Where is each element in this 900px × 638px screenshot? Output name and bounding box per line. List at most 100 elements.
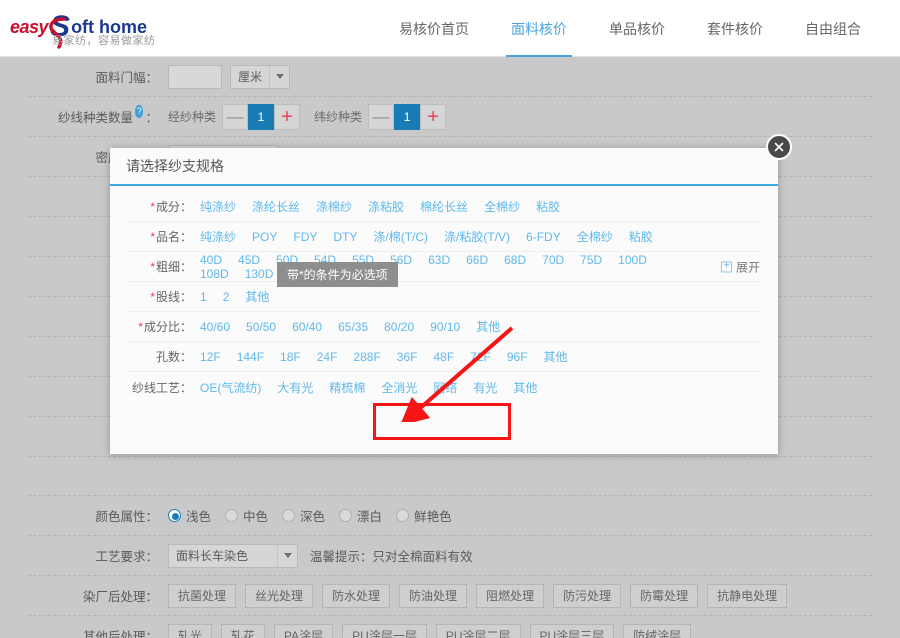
dye-post-button[interactable]: 抗菌处理 <box>168 583 237 608</box>
option-item[interactable]: 288F <box>353 350 380 364</box>
option-item[interactable]: 24F <box>317 350 338 364</box>
expand-thickness-button[interactable]: + 展开 <box>720 258 760 275</box>
option-item[interactable]: 144F <box>237 350 264 364</box>
other-post-button[interactable]: 防绒涂层 <box>623 623 692 638</box>
option-item[interactable]: 其他 <box>245 288 269 305</box>
label-other-post-process: 其他后处理： <box>82 630 158 638</box>
chevron-down-icon <box>269 65 289 88</box>
radio-color-medium[interactable]: 中色 <box>225 506 268 525</box>
radio-color-dark[interactable]: 深色 <box>282 506 325 525</box>
nav-item-free-combo[interactable]: 自由组合 <box>784 0 882 57</box>
logo-tagline: 易家纺，容易做家纺 <box>52 35 156 47</box>
option-item[interactable]: 2 <box>223 290 230 304</box>
dye-post-button[interactable]: 防油处理 <box>399 583 468 608</box>
dye-post-button[interactable]: 防污处理 <box>553 583 622 608</box>
option-item[interactable]: 63D <box>428 253 450 267</box>
dye-post-button[interactable]: 阻燃处理 <box>476 583 545 608</box>
option-item[interactable]: 其他 <box>544 348 568 365</box>
label-warp-type: 经纱种类 <box>168 110 217 124</box>
stepper-weft: — 1 + <box>368 103 447 130</box>
select-fabric-width-unit[interactable]: 厘米 <box>230 64 290 89</box>
nav-item-item-pricing[interactable]: 单品核价 <box>588 0 686 57</box>
dye-post-button[interactable]: 防水处理 <box>322 583 391 608</box>
input-fabric-width[interactable] <box>168 64 222 89</box>
radio-dot-icon <box>396 509 410 522</box>
radio-color-vivid[interactable]: 鲜艳色 <box>396 506 452 525</box>
option-item[interactable]: 大有光 <box>277 379 313 396</box>
radio-color-light[interactable]: 浅色 <box>168 506 211 525</box>
option-item[interactable]: DTY <box>333 230 357 244</box>
option-item[interactable]: 涤粘胶 <box>368 198 404 215</box>
other-post-button[interactable]: PU涂层二层 <box>435 623 521 638</box>
option-item[interactable]: 1 <box>200 290 207 304</box>
option-item[interactable]: 40/60 <box>200 320 230 334</box>
option-item[interactable]: 18F <box>280 350 301 364</box>
option-item[interactable]: 130D <box>245 267 274 281</box>
option-item[interactable]: 全棉纱 <box>484 198 520 215</box>
warp-increment-button[interactable]: + <box>274 103 301 130</box>
option-item[interactable]: 精梳棉 <box>329 379 365 396</box>
dye-post-button[interactable]: 丝光处理 <box>245 583 314 608</box>
nav-item-set-pricing[interactable]: 套件核价 <box>686 0 784 57</box>
option-item[interactable]: OE(气流纺) <box>200 379 261 396</box>
option-item[interactable]: 50/50 <box>246 320 276 334</box>
option-item[interactable]: 68D <box>504 253 526 267</box>
row-dye-post-process: 染厂后处理： 抗菌处理 丝光处理 防水处理 防油处理 阻燃处理 防污处理 防霉处… <box>28 576 872 616</box>
dye-post-button[interactable]: 防霉处理 <box>630 583 699 608</box>
option-item[interactable]: 纯涤纱 <box>200 198 236 215</box>
label-craft-requirement: 工艺要求： <box>95 550 158 564</box>
option-item[interactable]: 40D <box>200 253 222 267</box>
other-post-button[interactable]: 轧花 <box>221 623 266 638</box>
other-post-button[interactable]: 轧光 <box>168 623 213 638</box>
warp-decrement-button[interactable]: — <box>222 103 249 130</box>
nav-item-home[interactable]: 易核价首页 <box>378 0 490 57</box>
option-item[interactable]: 12F <box>200 350 221 364</box>
radio-color-bleached-label: 漂白 <box>357 510 383 524</box>
other-post-button[interactable]: PU涂层三层 <box>529 623 615 638</box>
option-item[interactable]: 涤纶长丝 <box>252 198 300 215</box>
option-item[interactable]: 6-FDY <box>526 230 561 244</box>
option-item[interactable]: 45D <box>238 253 260 267</box>
option-item[interactable]: 65/35 <box>338 320 368 334</box>
option-item[interactable]: 100D <box>618 253 647 267</box>
radio-color-vivid-label: 鲜艳色 <box>414 510 452 524</box>
weft-increment-button[interactable]: + <box>420 103 447 130</box>
option-item[interactable]: 108D <box>200 267 229 281</box>
option-item[interactable]: 棉纶长丝 <box>420 198 468 215</box>
option-item[interactable]: 涤/粘胶(T/V) <box>444 228 510 245</box>
weft-decrement-button[interactable]: — <box>368 103 395 130</box>
other-post-button[interactable]: PU涂层一层 <box>342 623 427 638</box>
required-star-icon: * <box>150 290 155 304</box>
option-item[interactable]: 粘胶 <box>536 198 560 215</box>
required-star-icon: * <box>150 200 155 214</box>
close-icon[interactable] <box>766 134 792 160</box>
modal-title-bar: 请选择纱支规格 <box>110 148 778 186</box>
radio-color-light-label: 浅色 <box>186 510 212 524</box>
row-yarn-type-count: 纱线种类数量 ? ： 经纱种类 — 1 + 纬纱种类 — 1 + <box>28 97 872 137</box>
nav-item-fabric-pricing[interactable]: 面料核价 <box>490 0 588 57</box>
option-item[interactable]: 全棉纱 <box>577 228 613 245</box>
modal-options-product-name: 纯涤纱 POY FDY DTY 涤/棉(T/C) 涤/粘胶(T/V) 6-FDY… <box>200 228 669 245</box>
select-craft-requirement[interactable]: 面料长车染色 <box>168 543 298 568</box>
option-item[interactable]: FDY <box>293 230 317 244</box>
modal-options-composition: 纯涤纱 涤纶长丝 涤棉纱 涤粘胶 棉纶长丝 全棉纱 粘胶 <box>200 198 576 215</box>
select-craft-requirement-value: 面料长车染色 <box>176 549 249 563</box>
other-post-button[interactable]: PA涂层 <box>274 623 334 638</box>
option-item[interactable]: 粘胶 <box>629 228 653 245</box>
help-icon[interactable]: ? <box>135 105 144 118</box>
option-item[interactable]: 涤/棉(T/C) <box>373 228 428 245</box>
option-item[interactable]: 纯涤纱 <box>200 228 236 245</box>
option-item[interactable]: 涤棉纱 <box>316 198 352 215</box>
logo[interactable]: easy S oft home 易家纺，容易做家纺 <box>10 10 180 50</box>
radio-color-bleached[interactable]: 漂白 <box>339 506 382 525</box>
option-item[interactable]: 66D <box>466 253 488 267</box>
required-star-icon: * <box>150 260 155 274</box>
option-item[interactable]: POY <box>252 230 277 244</box>
option-item[interactable]: 75D <box>580 253 602 267</box>
option-item[interactable]: 70D <box>542 253 564 267</box>
radio-color-dark-label: 深色 <box>300 510 326 524</box>
option-item[interactable]: 60/40 <box>292 320 322 334</box>
chevron-down-icon <box>277 544 297 567</box>
required-fields-tooltip: 带*的条件为必选项 <box>277 262 398 287</box>
dye-post-button[interactable]: 抗静电处理 <box>707 583 788 608</box>
